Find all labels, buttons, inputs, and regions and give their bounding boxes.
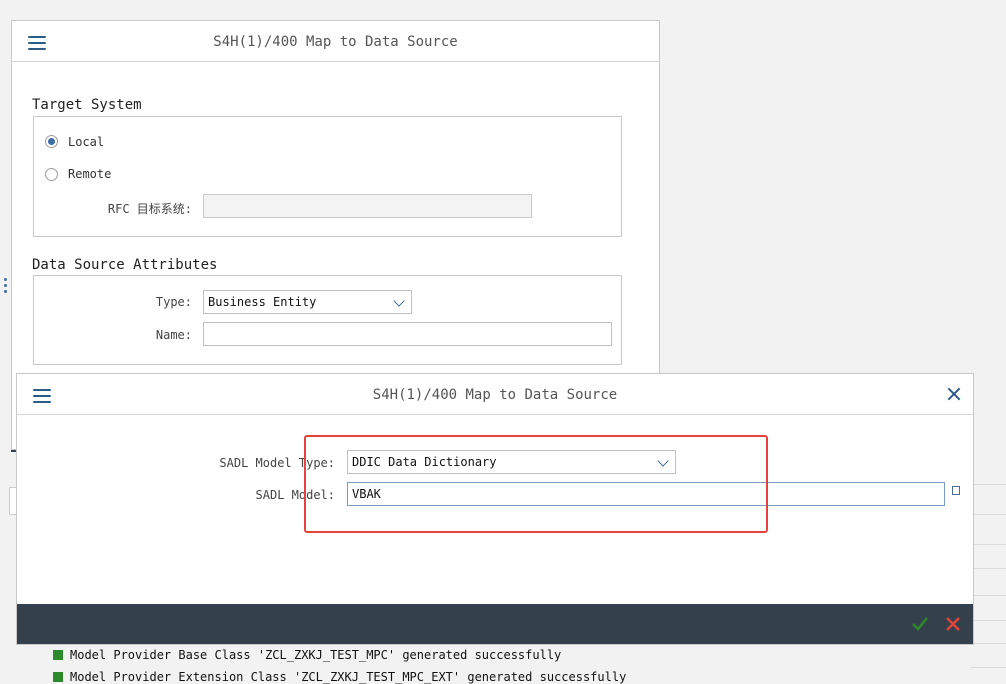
radio-remote-label[interactable]: Remote <box>68 167 111 181</box>
grid-line <box>971 514 1006 515</box>
background-control <box>9 487 16 515</box>
success-square-icon <box>53 650 63 660</box>
dialog-title: S4H(1)/400 Map to Data Source <box>213 34 458 50</box>
log-message: Model Provider Base Class 'ZCL_ZXKJ_TEST… <box>70 648 562 662</box>
grid-line <box>971 643 1006 644</box>
dialog-titlebar: S4H(1)/400 Map to Data Source <box>17 374 973 415</box>
radio-remote[interactable] <box>45 168 58 181</box>
name-label: Name: <box>155 328 192 342</box>
rfc-target-input <box>203 194 532 218</box>
dialog-title: S4H(1)/400 Map to Data Source <box>372 387 618 403</box>
grid-line <box>971 667 1006 668</box>
grid-line <box>971 620 1006 621</box>
log-line: Model Provider Extension Class 'ZCL_ZXKJ… <box>53 670 626 684</box>
type-label: Type: <box>155 295 192 309</box>
close-icon[interactable] <box>947 387 961 401</box>
rfc-target-label: RFC 目标系统: <box>107 202 192 216</box>
grid-line <box>971 595 1006 596</box>
value-help-icon[interactable] <box>952 486 960 495</box>
dialog-footer <box>17 604 973 644</box>
cancel-x-icon[interactable] <box>944 615 962 633</box>
log-message: Model Provider Extension Class 'ZCL_ZXKJ… <box>70 670 627 684</box>
grid-line <box>971 484 1006 485</box>
name-input[interactable] <box>203 322 612 346</box>
log-line: Model Provider Base Class 'ZCL_ZXKJ_TEST… <box>53 648 561 662</box>
grid-line <box>971 544 1006 545</box>
target-system-title: Target System <box>32 97 142 113</box>
type-select-value: Business Entity <box>208 295 317 309</box>
radio-local-label[interactable]: Local <box>68 135 104 149</box>
radio-local[interactable] <box>45 135 58 148</box>
success-square-icon <box>53 672 63 682</box>
data-source-attributes-title: Data Source Attributes <box>32 257 218 273</box>
grid-line <box>971 568 1006 569</box>
chevron-down-icon <box>393 295 405 307</box>
splitter-handle[interactable] <box>4 278 7 294</box>
dialog-titlebar: S4H(1)/400 Map to Data Source <box>12 21 659 62</box>
type-select[interactable]: Business Entity <box>203 290 412 314</box>
checkmark-icon[interactable] <box>911 615 929 633</box>
data-source-attributes-group: Type: Business Entity Name: <box>33 275 622 365</box>
target-system-group: Local Remote RFC 目标系统: <box>33 116 622 237</box>
highlight-annotation <box>304 435 768 533</box>
